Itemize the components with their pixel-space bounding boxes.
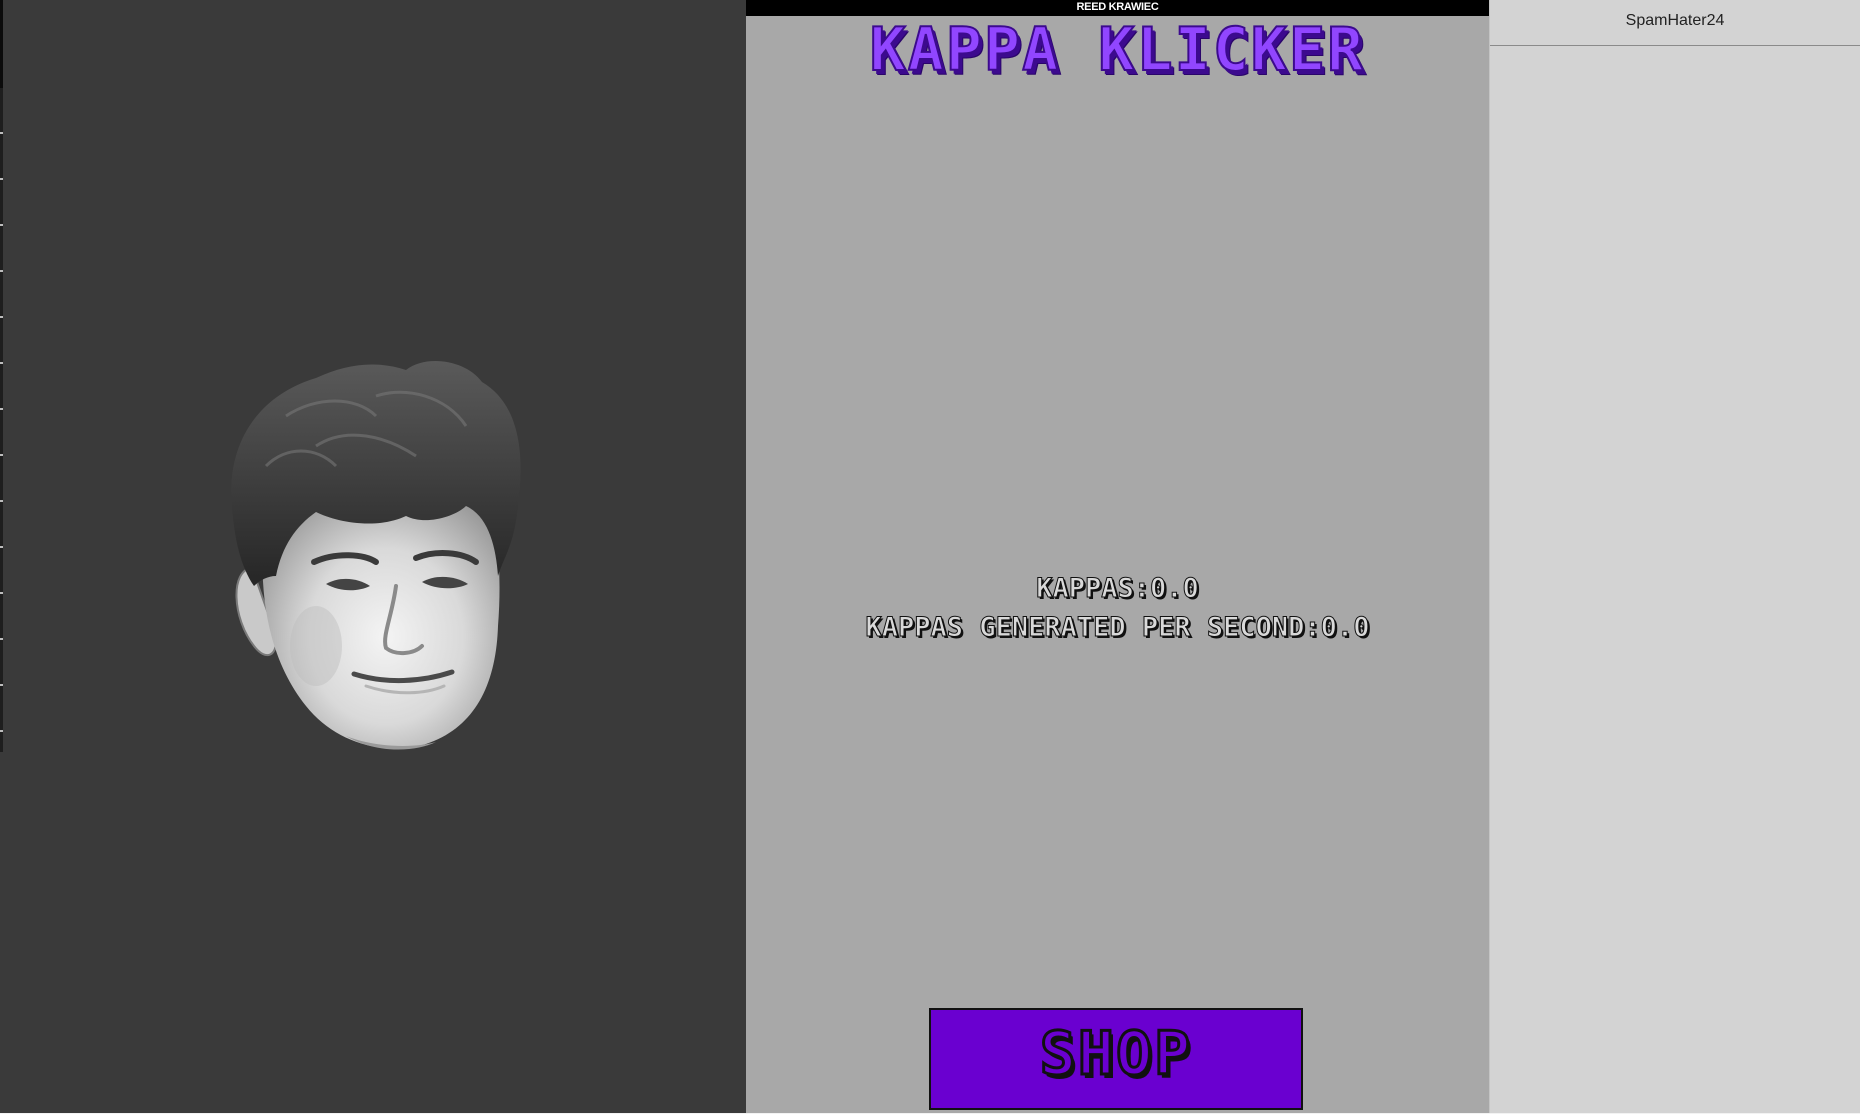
game-root: REED KRAWIEC KAPPA KLICKER KAPPAS:0.0 KA… bbox=[0, 0, 1860, 1114]
game-title: KAPPA KLICKER bbox=[869, 14, 1366, 86]
left-edge-ticks bbox=[0, 88, 3, 748]
kappa-face-icon[interactable] bbox=[226, 356, 522, 752]
user-sidebar: SpamHater24 bbox=[1489, 0, 1860, 1113]
clicker-panel bbox=[0, 0, 746, 1113]
username: SpamHater24 bbox=[1490, 0, 1860, 46]
kappas-per-second: KAPPAS GENERATED PER SECOND:0.0 bbox=[865, 612, 1370, 644]
shop-button[interactable]: SHOP bbox=[929, 1008, 1303, 1110]
game-panel: REED KRAWIEC KAPPA KLICKER KAPPAS:0.0 KA… bbox=[746, 0, 1489, 1113]
kappas-count: KAPPAS:0.0 bbox=[1036, 573, 1200, 605]
stats-block: KAPPAS:0.0 KAPPAS GENERATED PER SECOND:0… bbox=[746, 569, 1489, 647]
shop-button-label: SHOP bbox=[1038, 1018, 1193, 1091]
left-edge-top bbox=[0, 0, 3, 88]
